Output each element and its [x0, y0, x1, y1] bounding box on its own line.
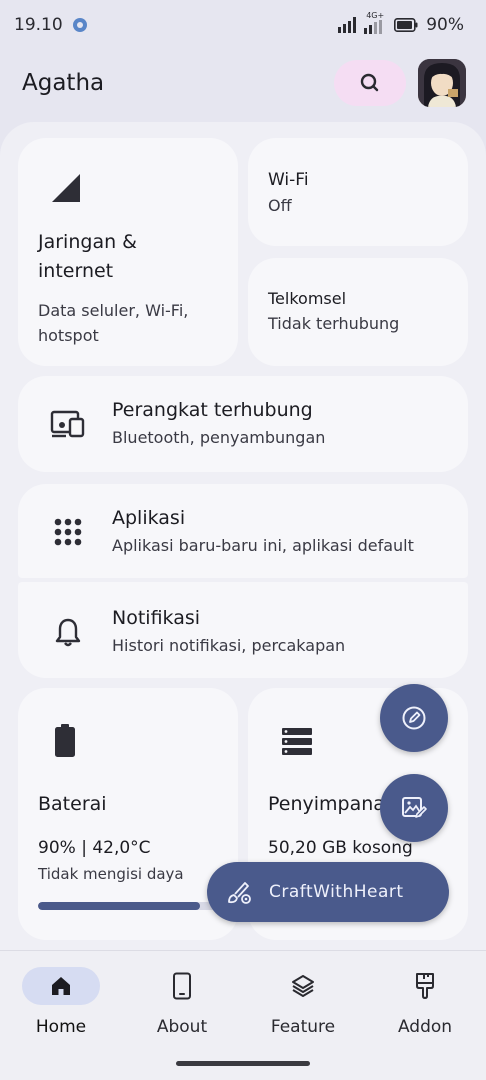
avatar-image [418, 59, 466, 107]
storage-value: 50,20 GB kosong [268, 838, 413, 858]
signal-icon [52, 174, 80, 202]
network-card-title-line1: Jaringan & [38, 231, 137, 253]
wifi-title: Wi-Fi [268, 170, 309, 190]
wallpaper-edit-icon [402, 797, 427, 818]
nav-label-home: Home [35, 1017, 87, 1037]
nav-label-feature: Feature [270, 1017, 336, 1037]
wifi-status: Off [268, 196, 292, 215]
devices-icon [48, 404, 88, 444]
clock: 19.10 [14, 15, 63, 35]
battery-card[interactable]: Baterai 90% | 42,0°C Tidak mengisi daya [18, 688, 238, 940]
network-type: 4G+ [366, 11, 385, 20]
sim-title: Telkomsel [268, 289, 347, 308]
settings-notification-icon [72, 18, 87, 32]
gesture-home-indicator[interactable] [176, 1061, 310, 1066]
storage-icon [282, 728, 312, 755]
notifications-subtitle: Histori notifikasi, percakapan [112, 636, 346, 655]
notifications-card[interactable]: Notifikasi Histori notifikasi, percakapa… [18, 582, 468, 678]
battery-progress-fill [38, 902, 200, 910]
edit-fab[interactable] [380, 684, 448, 752]
apps-subtitle: Aplikasi baru-baru ini, aplikasi default [112, 536, 414, 555]
nav-item-about[interactable]: About [127, 967, 237, 1057]
brush-gear-icon [228, 882, 251, 904]
nav-item-feature[interactable]: Feature [248, 967, 358, 1057]
notifications-title: Notifikasi [112, 607, 201, 629]
layers-icon [292, 975, 314, 997]
bell-icon [48, 612, 88, 652]
battery-icon [55, 724, 75, 757]
battery-percent: 90% [426, 15, 464, 35]
mobile-data-icon: 4G+ [364, 11, 386, 34]
nav-label-about: About [156, 1017, 208, 1037]
signal-strength-icon [338, 17, 357, 33]
sim-card[interactable]: Telkomsel Tidak terhubung [248, 258, 468, 366]
craftwithheart-label: CraftWithHeart [269, 882, 404, 902]
craftwithheart-fab[interactable]: CraftWithHeart [207, 862, 449, 922]
brush-icon [416, 973, 434, 999]
network-internet-card[interactable]: Jaringan & internet Data seluler, Wi-Fi,… [18, 138, 238, 366]
connected-devices-title: Perangkat terhubung [112, 399, 313, 421]
search-button[interactable] [334, 60, 406, 106]
edit-icon [402, 706, 426, 730]
battery-value: 90% | 42,0°C [38, 838, 151, 858]
network-card-title-line2: internet [38, 260, 114, 282]
network-card-subtitle-line1: Data seluler, Wi-Fi, [38, 301, 189, 320]
search-icon [360, 73, 379, 92]
page-title: Agatha [22, 70, 105, 96]
storage-title: Penyimpana [268, 793, 385, 815]
wallpaper-fab[interactable] [380, 774, 448, 842]
apps-card[interactable]: Aplikasi Aplikasi baru-baru ini, aplikas… [18, 484, 468, 578]
nav-label-addon: Addon [397, 1017, 453, 1037]
apps-grid-icon [48, 512, 88, 552]
connected-devices-subtitle: Bluetooth, penyambungan [112, 428, 326, 447]
avatar[interactable] [418, 59, 466, 107]
battery-title: Baterai [38, 793, 107, 815]
battery-status: Tidak mengisi daya [38, 865, 184, 883]
nav-item-addon[interactable]: Addon [370, 967, 480, 1057]
status-bar: 19.10 4G+ 90% [0, 0, 486, 50]
wifi-card[interactable]: Wi-Fi Off [248, 138, 468, 246]
apps-title: Aplikasi [112, 507, 186, 529]
sim-status: Tidak terhubung [268, 314, 400, 333]
network-card-subtitle-line2: hotspot [38, 326, 99, 345]
app-header: Agatha [0, 54, 486, 112]
connected-devices-card[interactable]: Perangkat terhubung Bluetooth, penyambun… [18, 376, 468, 472]
nav-item-home[interactable]: Home [6, 967, 116, 1057]
battery-progress [38, 902, 218, 910]
battery-status-icon [394, 18, 418, 32]
home-icon [52, 977, 70, 995]
phone-icon [173, 972, 191, 1000]
